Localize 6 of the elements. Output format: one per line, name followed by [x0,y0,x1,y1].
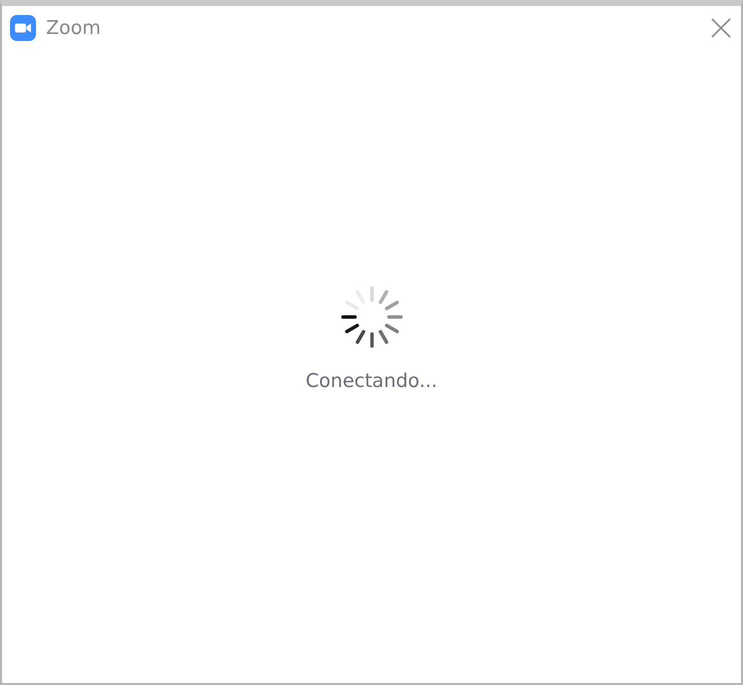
loading-spinner-icon [340,286,402,348]
video-camera-icon [10,15,36,41]
close-icon [711,18,731,38]
close-button[interactable] [709,16,733,40]
status-message: Conectando... [306,370,438,392]
window-title: Zoom [46,17,102,39]
